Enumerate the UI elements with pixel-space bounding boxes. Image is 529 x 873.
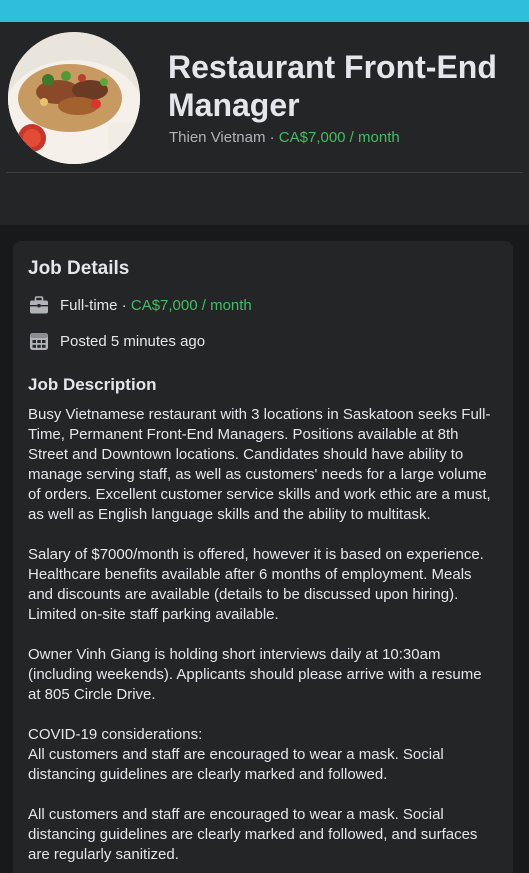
- header-divider: [6, 172, 523, 173]
- job-type-separator: ·: [117, 296, 131, 314]
- job-type: Full-time: [60, 296, 118, 314]
- job-title: Restaurant Front-End Manager: [168, 49, 497, 123]
- job-details-heading: Job Details: [28, 258, 130, 279]
- job-subtitle: Thien Vietnam · CA$7,000 / month: [169, 129, 400, 147]
- subtitle-separator: ·: [265, 129, 279, 146]
- details-salary: CA$7,000 / month: [130, 296, 252, 314]
- job-header: Restaurant Front-End Manager Thien Vietn…: [0, 22, 529, 225]
- job-listing-page: Restaurant Front-End Manager Thien Vietn…: [0, 0, 529, 873]
- description-paragraph: Busy Vietnamese restaurant with 3 locati…: [28, 406, 491, 523]
- job-type-text: Full-time · CA$7,000 / month: [60, 297, 252, 314]
- description-paragraph: All customers and staff are encouraged t…: [28, 806, 478, 863]
- covid-heading: COVID-19 considerations:: [28, 726, 203, 743]
- posted-time: Posted 5 minutes ago: [60, 332, 206, 350]
- description-paragraph: Salary of $7000/month is offered, howeve…: [28, 546, 484, 623]
- covid-text: All customers and staff are encouraged t…: [28, 746, 444, 783]
- job-description-heading: Job Description: [28, 375, 157, 394]
- posted-row: Posted 5 minutes ago: [28, 330, 205, 352]
- description-paragraph-covid: COVID-19 considerations: All customers an…: [28, 725, 498, 785]
- job-type-row: Full-time · CA$7,000 / month: [28, 294, 252, 316]
- restaurant-photo-avatar[interactable]: [8, 32, 140, 164]
- food-bowl-image: [8, 32, 140, 164]
- company-name[interactable]: Thien Vietnam: [169, 129, 265, 146]
- description-paragraph: Owner Vinh Giang is holding short interv…: [28, 646, 482, 703]
- calendar-icon: [30, 333, 48, 350]
- top-accent-band: [0, 0, 529, 22]
- header-salary: CA$7,000 / month: [278, 129, 400, 146]
- job-details-card: Job Details Full-time · CA$7,000 / month: [13, 241, 513, 873]
- briefcase-icon: [30, 296, 48, 314]
- job-description-body: Busy Vietnamese restaurant with 3 locati…: [28, 405, 498, 873]
